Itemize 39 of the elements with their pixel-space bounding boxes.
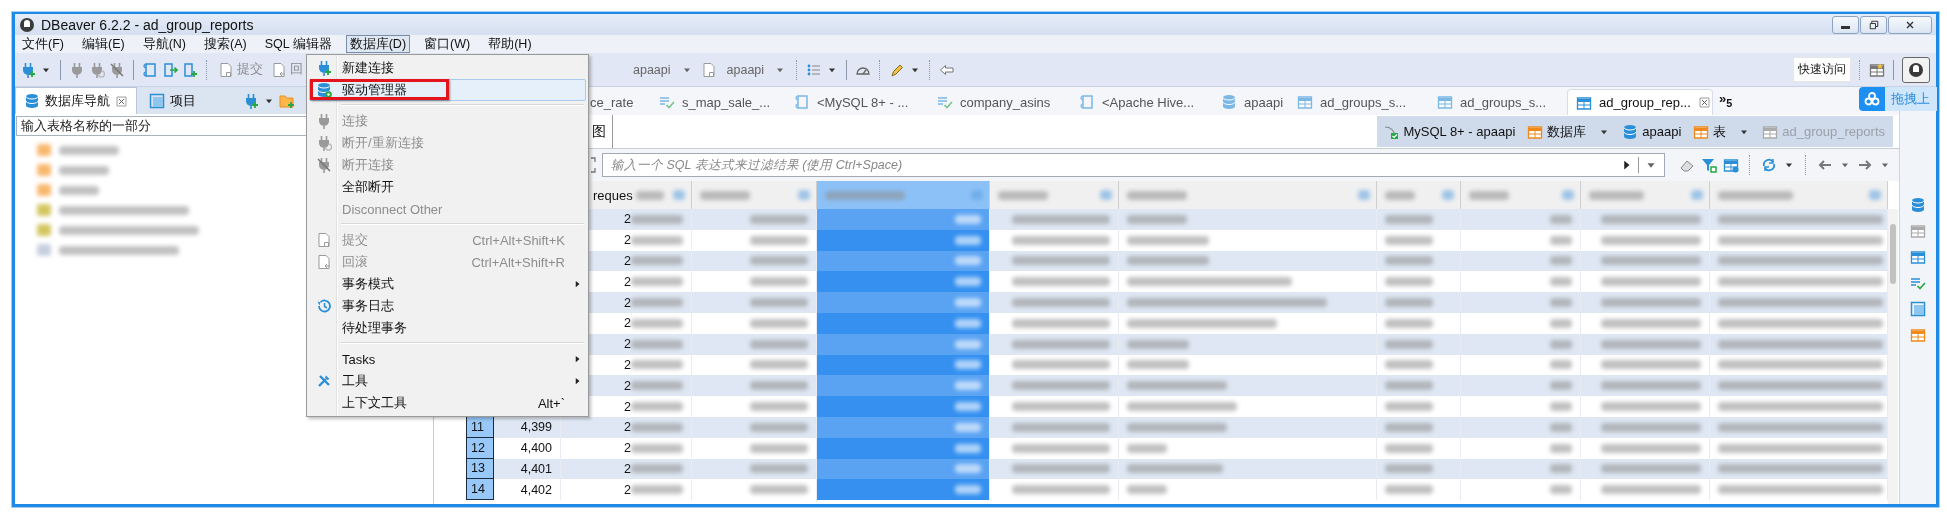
menu-item[interactable]: 帮助(H): [484, 35, 536, 53]
menu-item[interactable]: 搜索(A): [200, 35, 251, 53]
table-cell: 2: [561, 479, 692, 501]
connection-selector[interactable]: apaapi: [631, 62, 695, 77]
editor-tab[interactable]: s_map_sale_...: [651, 89, 786, 115]
tab-overflow-button[interactable]: »$_{5}$: [1713, 91, 1739, 115]
breadcrumb-item[interactable]: MySQL 8+ - apaapi: [1383, 123, 1516, 140]
editor-tab[interactable]: apaapi: [1213, 89, 1289, 115]
table-cell: 4,402: [494, 479, 561, 501]
filter-field[interactable]: 输入一个 SQL 表达式来过滤结果 (使用 Ctrl+Space): [602, 153, 1665, 177]
breadcrumb-item[interactable]: 数据库: [1527, 122, 1587, 141]
breadcrumb-item[interactable]: 表: [1693, 122, 1727, 141]
editor-tab[interactable]: <Apache Hive...: [1071, 89, 1213, 115]
menu-item[interactable]: 驱动管理器: [309, 79, 586, 101]
editor-tab[interactable]: ad_groups_s...: [1289, 89, 1429, 115]
table-cell: 4,400: [494, 437, 561, 459]
menu-item[interactable]: 数据库(D): [345, 35, 411, 53]
row-number[interactable]: 12: [466, 437, 494, 459]
row-number[interactable]: 13: [466, 458, 494, 480]
editor-tab[interactable]: ad_group_rep...: [1567, 89, 1713, 115]
menu-item[interactable]: 导航(N): [138, 35, 190, 53]
panel-tab[interactable]: 项目: [141, 87, 204, 114]
view-tab[interactable]: 图: [592, 115, 613, 148]
menu-item[interactable]: 编辑(E): [77, 35, 129, 53]
panel-tab[interactable]: 数据库导航: [15, 87, 137, 114]
editor-tab[interactable]: company_asins: [929, 89, 1071, 115]
row-number[interactable]: 11: [466, 416, 494, 438]
editor-tab[interactable]: <MySQL 8+ - ...: [786, 89, 929, 115]
quick-access-field[interactable]: 快速访问: [1793, 57, 1851, 82]
row-number[interactable]: 14: [466, 479, 494, 501]
breadcrumb-item[interactable]: apaapi: [1622, 123, 1682, 140]
editor-tab[interactable]: ad_groups_s...: [1429, 89, 1567, 115]
menu-item[interactable]: 新建连接: [309, 57, 586, 79]
schema-selector[interactable]: apaapi: [698, 61, 789, 78]
window-title: DBeaver 6.2.2 - ad_group_reports: [41, 16, 254, 33]
menu-item[interactable]: 文件(F): [18, 35, 68, 53]
table-cell: 2: [561, 437, 692, 459]
menu-item[interactable]: 窗口(W): [420, 35, 475, 53]
menu-item[interactable]: SQL 编辑器: [260, 35, 336, 53]
